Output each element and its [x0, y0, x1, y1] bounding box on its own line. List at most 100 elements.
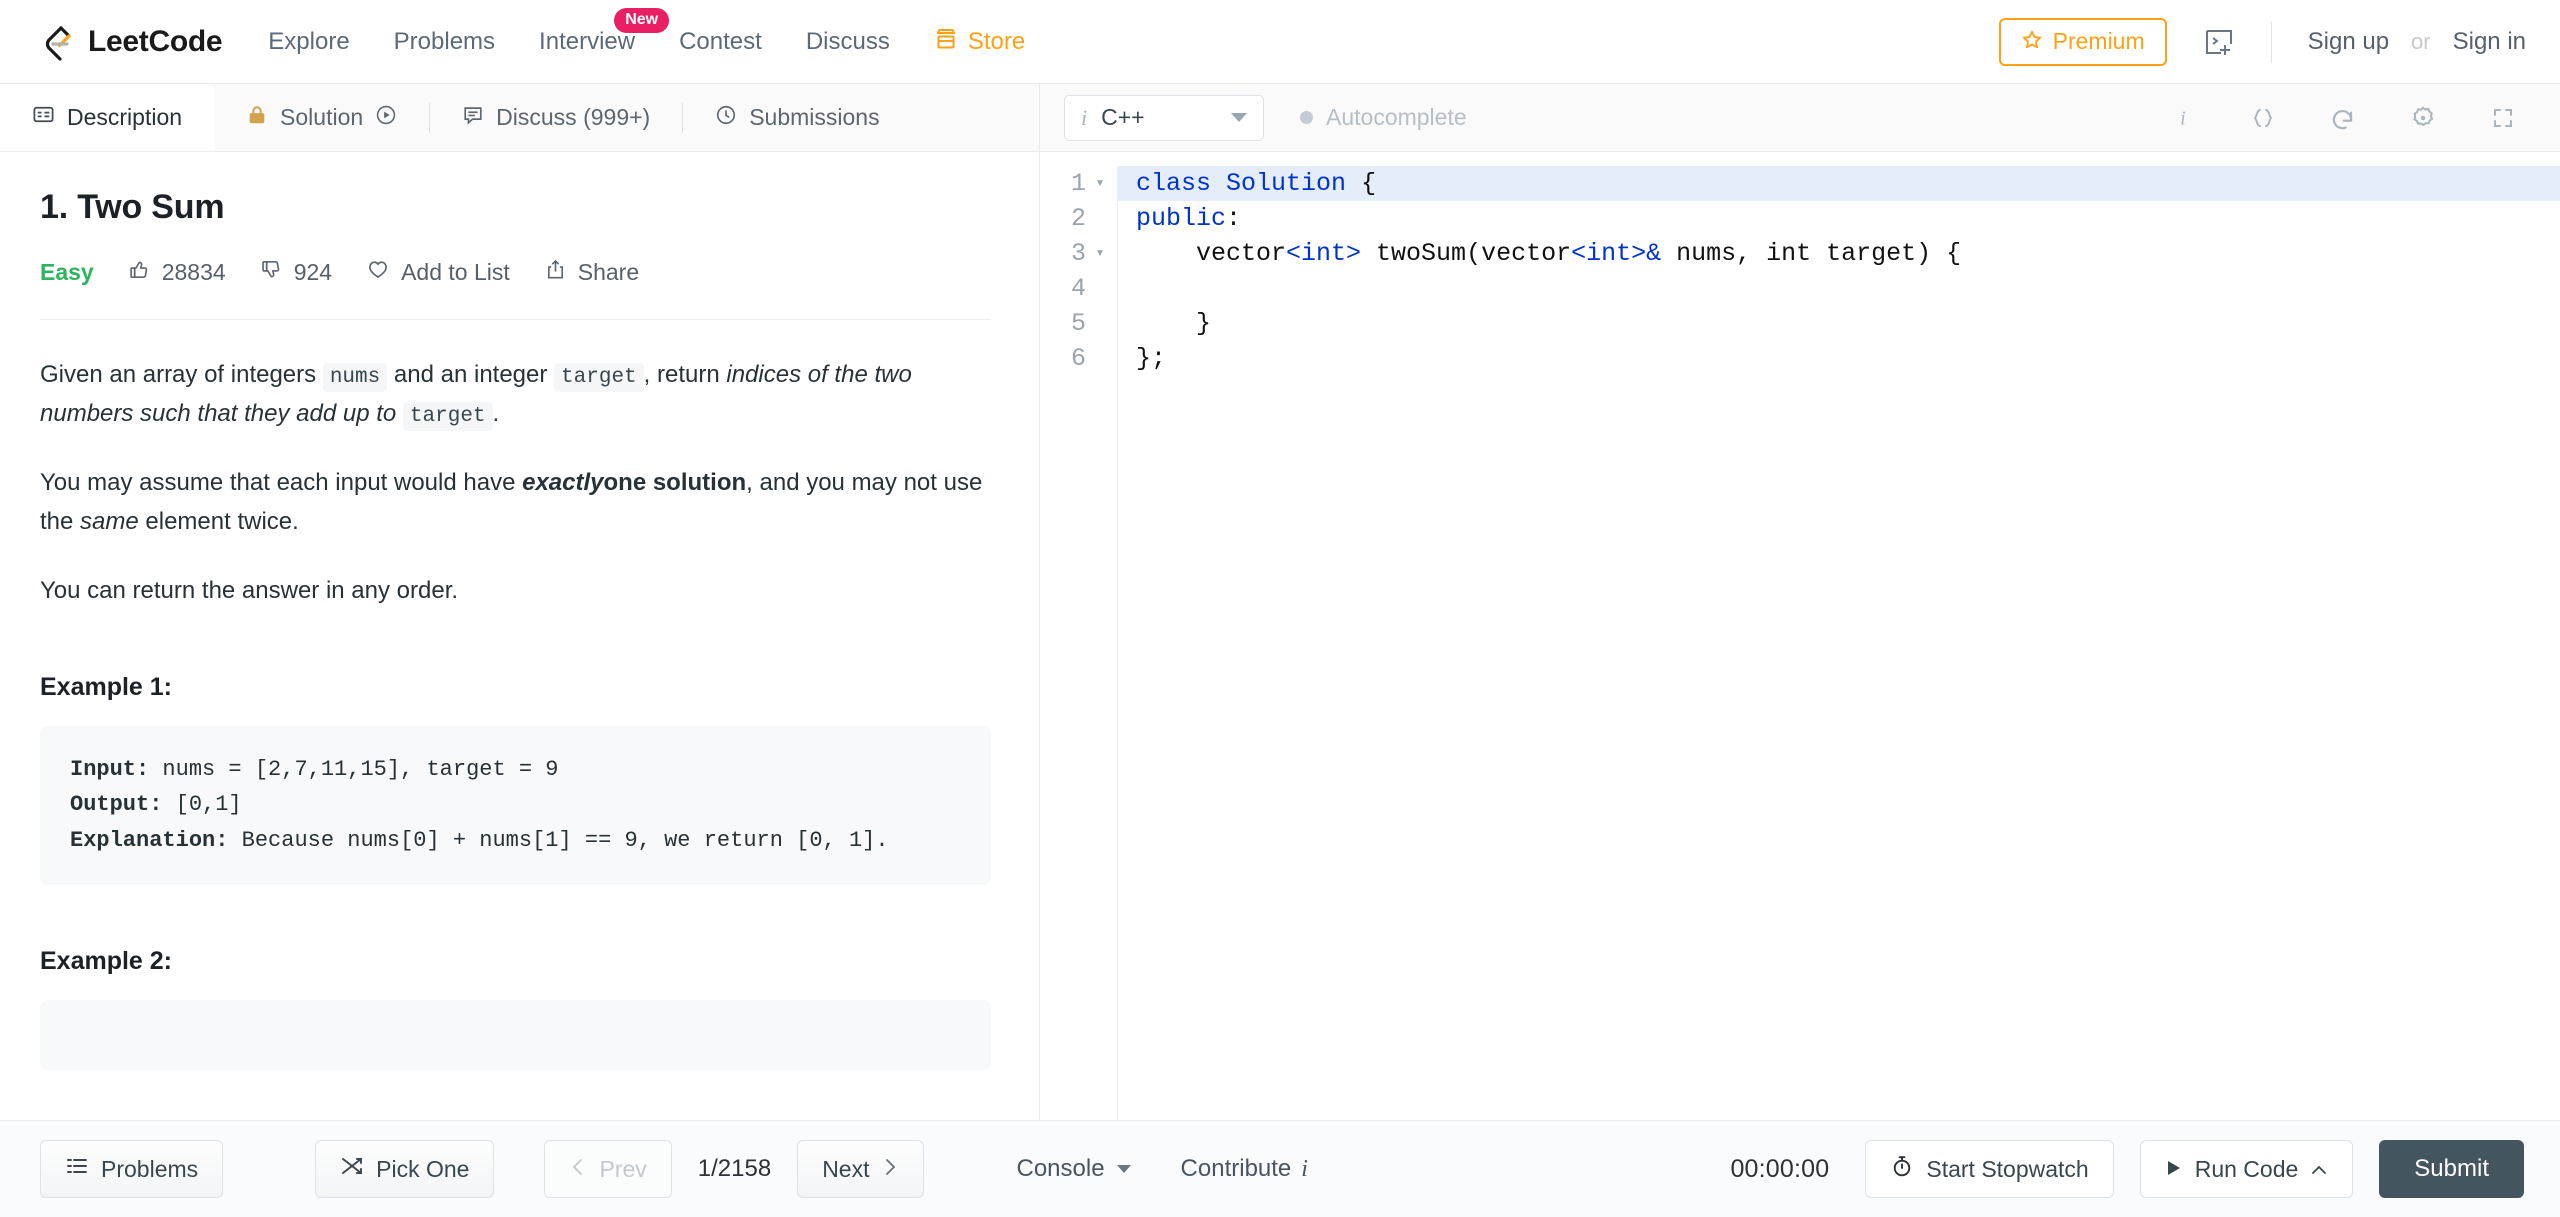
code-line-6[interactable]: }; — [1136, 341, 2560, 376]
nav-item-store[interactable]: Store — [934, 27, 1025, 56]
stopwatch-icon — [1890, 1154, 1914, 1184]
fullscreen-icon[interactable] — [2486, 101, 2520, 135]
p2-bold: one solution — [603, 469, 747, 497]
code-text-area[interactable]: class Solution { public: vector<int> two… — [1118, 166, 2560, 1120]
inline-code-target-2: target — [402, 402, 493, 432]
line-number-row: 2 — [1040, 201, 1107, 236]
format-braces-icon[interactable] — [2246, 101, 2280, 135]
reset-icon[interactable] — [2326, 101, 2360, 135]
description-paragraph-3: You can return the answer in any order. — [40, 576, 459, 604]
code-line-3[interactable]: vector<int> twoSum(vector<int>& nums, in… — [1136, 236, 2560, 271]
line-number: 4 — [1070, 274, 1086, 303]
new-playground-icon[interactable] — [2203, 26, 2235, 58]
prev-button[interactable]: Prev — [544, 1140, 672, 1198]
example-1-input-value: nums = [2,7,11,15], target = 9 — [149, 756, 559, 782]
star-icon — [2021, 29, 2043, 55]
example-1-heading: Example 1: — [40, 672, 173, 701]
line-number: 3 — [1070, 239, 1086, 268]
tab-discuss[interactable]: Discuss (999+) — [430, 84, 682, 151]
description-paragraph-1: Given an array of integers nums and an i… — [40, 356, 991, 434]
console-toggle[interactable]: Console — [1016, 1155, 1131, 1183]
example-1-output-label: Output: — [70, 792, 163, 818]
fold-arrow-icon[interactable]: ▾ — [1093, 166, 1107, 201]
add-to-list-label: Add to List — [401, 258, 510, 285]
share-label: Share — [577, 258, 640, 285]
contribute-link[interactable]: Contribute i — [1181, 1155, 1308, 1183]
nav-item-problems[interactable]: Problems — [394, 29, 495, 54]
nav-item-contest[interactable]: Contest — [679, 29, 762, 54]
language-selector[interactable]: i C++ — [1064, 94, 1264, 141]
tab-description-label: Description — [67, 104, 183, 130]
code-line-1[interactable]: class Solution { — [1118, 166, 2560, 201]
tab-description[interactable]: Description — [0, 84, 215, 151]
problem-meta-row: Easy 28834 924 Add to List Share — [40, 257, 991, 287]
tab-solution[interactable]: Solution — [214, 84, 429, 151]
tab-submissions-label: Submissions — [749, 104, 880, 130]
code-editor[interactable]: 1 ▾ 2 3 ▾ 4 5 6 class Solution { public: v… — [1040, 152, 2560, 1120]
nav-item-explore[interactable]: Explore — [268, 29, 349, 54]
tab-discuss-label: Discuss (999+) — [496, 104, 651, 130]
next-label: Next — [822, 1155, 870, 1182]
start-stopwatch-button[interactable]: Start Stopwatch — [1865, 1140, 2114, 1198]
comment-icon — [462, 104, 484, 132]
p2-text-c: element twice. — [145, 507, 299, 535]
line-number-row: 5 — [1040, 306, 1107, 341]
inline-code-nums: nums — [322, 363, 388, 392]
next-button[interactable]: Next — [797, 1140, 925, 1198]
line-number: 5 — [1070, 309, 1086, 338]
info-italic-icon: i — [1081, 104, 1088, 130]
tab-bar: Description Solution Discuss (999+) Subm… — [0, 84, 2560, 152]
share-button[interactable]: Share — [544, 258, 639, 287]
premium-button[interactable]: Premium — [1998, 17, 2167, 66]
fold-arrow-icon[interactable]: ▾ — [1093, 236, 1107, 271]
line-number-row: 6 — [1040, 341, 1107, 376]
line-number-row: 4 — [1040, 271, 1107, 306]
sign-up-link[interactable]: Sign up — [2308, 28, 2389, 56]
contribute-label: Contribute — [1180, 1155, 1292, 1182]
likes-button[interactable]: 28834 — [128, 258, 226, 287]
code-line-2[interactable]: public: — [1136, 201, 2560, 236]
tab-submissions[interactable]: Submissions — [683, 84, 911, 151]
line-number-gutter: 1 ▾ 2 3 ▾ 4 5 6 — [1040, 166, 1118, 1120]
store-label: Store — [967, 27, 1026, 55]
leetcode-logo-link[interactable]: LeetCode — [34, 23, 223, 61]
run-code-button[interactable]: Run Code — [2139, 1140, 2354, 1198]
add-to-list-button[interactable]: Add to List — [366, 257, 510, 287]
difficulty-badge: Easy — [40, 258, 94, 285]
line-number-row: 3 ▾ — [1040, 236, 1107, 271]
store-icon — [934, 27, 958, 56]
pick-one-label: Pick One — [376, 1155, 470, 1182]
problems-label: Problems — [101, 1155, 199, 1182]
pick-one-button[interactable]: Pick One — [315, 1140, 495, 1198]
new-badge: New — [614, 7, 670, 33]
dislikes-count: 924 — [293, 258, 333, 285]
submit-button[interactable]: Submit — [2379, 1140, 2524, 1198]
nav-item-interview[interactable]: Interview New — [539, 7, 670, 54]
code-editor-panel[interactable]: 1 ▾ 2 3 ▾ 4 5 6 class Solution { public: v… — [1040, 152, 2560, 1120]
chevron-down-icon — [1116, 1165, 1131, 1173]
console-label: Console — [1016, 1155, 1105, 1182]
thumbs-down-icon — [260, 258, 283, 287]
code-line-5[interactable]: } — [1136, 306, 2560, 341]
p2-bold-emphasis: exactly — [522, 469, 604, 497]
autocomplete-toggle[interactable]: Autocomplete — [1300, 104, 1467, 131]
or-text: or — [2411, 28, 2431, 54]
editor-tool-icons: i — [2166, 101, 2560, 135]
start-stopwatch-label: Start Stopwatch — [1926, 1155, 2089, 1182]
stopwatch-display: 00:00:00 — [1730, 1154, 1830, 1183]
line-number: 1 — [1070, 169, 1086, 198]
nav-item-discuss[interactable]: Discuss — [806, 29, 890, 54]
nav-right-group: Premium Sign up or Sign in — [1998, 17, 2526, 66]
p1-text-a: Given an array of integers — [40, 361, 317, 388]
code-line-4[interactable] — [1136, 271, 2560, 306]
premium-label: Premium — [2052, 28, 2145, 54]
dislikes-button[interactable]: 924 — [260, 258, 332, 287]
sign-in-link[interactable]: Sign in — [2453, 28, 2526, 56]
clock-icon — [715, 104, 737, 132]
p2-text-a: You may assume that each input would hav… — [40, 469, 516, 497]
problems-button[interactable]: Problems — [40, 1140, 224, 1198]
problem-description-panel: 1. Two Sum Easy 28834 924 Add to List Sh… — [0, 152, 1040, 1120]
autocomplete-label: Autocomplete — [1326, 104, 1467, 130]
settings-gear-icon[interactable] — [2406, 101, 2440, 135]
info-icon[interactable]: i — [2166, 101, 2200, 135]
